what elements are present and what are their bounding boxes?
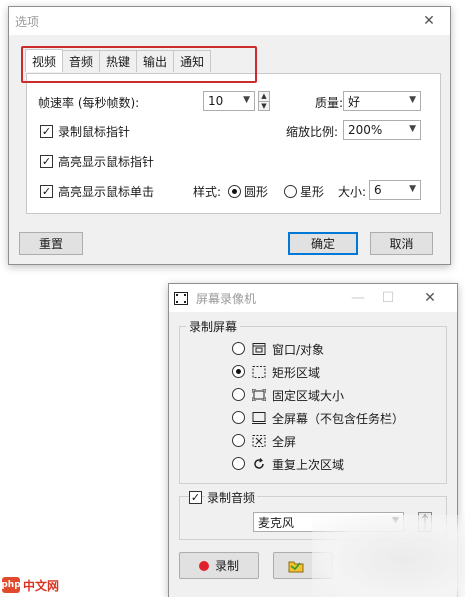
tab-video[interactable]: 视频 — [25, 49, 64, 72]
fixed-region-icon — [252, 389, 266, 401]
blurred-overlay — [312, 515, 465, 597]
reset-button[interactable]: 重置 — [19, 232, 83, 255]
record-button[interactable]: 录制 — [179, 552, 259, 579]
ok-button[interactable]: 确定 — [288, 232, 358, 255]
mode-rectangle-radio[interactable] — [232, 365, 245, 378]
style-star-radio[interactable] — [284, 185, 297, 198]
options-title: 选项 — [15, 14, 40, 29]
chevron-down-icon: ▼ — [243, 95, 250, 105]
record-screen-title: 录制屏幕 — [186, 318, 241, 335]
record-cursor-checkbox[interactable]: ✓ — [40, 125, 53, 138]
framerate-stepper[interactable]: ▲ ▼ — [258, 91, 270, 111]
mode-fullscreen-radio[interactable] — [232, 434, 245, 447]
highlight-click-checkbox[interactable]: ✓ — [40, 185, 53, 198]
film-icon — [174, 291, 188, 305]
mode-fixed-radio[interactable] — [232, 388, 245, 401]
mode-rectangle-label[interactable]: 矩形区域 — [272, 364, 320, 381]
tab-notify[interactable]: 通知 — [173, 50, 212, 72]
style-label: 样式: — [193, 185, 222, 199]
mode-window-radio[interactable] — [232, 342, 245, 355]
options-titlebar: 选项 ✕ — [9, 7, 450, 35]
framerate-label: 帧速率 (每秒帧数): — [38, 96, 140, 110]
record-audio-label[interactable]: 录制音频 — [205, 489, 258, 506]
watermark-text: 中文网 — [23, 578, 60, 593]
fullscreen-icon — [252, 435, 266, 447]
repeat-icon — [254, 458, 264, 469]
site-watermark: php 中文网 — [1, 576, 60, 594]
window-icon — [252, 343, 266, 355]
options-dialog: 选项 ✕ 视频 音频 热键 输出 通知 帧速率 (每秒帧数): 10 ▼ ▲ ▼ … — [8, 6, 451, 265]
mode-fixed-label[interactable]: 固定区域大小 — [272, 387, 344, 404]
spin-down-icon[interactable]: ▼ — [259, 101, 269, 110]
cancel-button[interactable]: 取消 — [370, 232, 433, 255]
minimize-button[interactable]: — — [343, 284, 373, 312]
record-cursor-label[interactable]: 录制鼠标指针 — [58, 123, 130, 140]
quality-select[interactable]: 好 ▼ — [343, 91, 421, 111]
close-button[interactable]: ✕ — [415, 284, 445, 312]
size-select[interactable]: 6 ▼ — [369, 180, 421, 200]
fullscreen-no-taskbar-icon — [252, 412, 266, 424]
mode-repeat-radio[interactable] — [232, 457, 245, 470]
folder-icon — [288, 561, 304, 572]
quality-label: 质量: — [315, 96, 344, 110]
chevron-down-icon: ▼ — [409, 184, 416, 194]
mode-fullscreen-label[interactable]: 全屏 — [272, 433, 296, 450]
style-circle-radio[interactable] — [228, 185, 241, 198]
record-dot-icon — [198, 560, 209, 571]
framerate-input[interactable]: 10 ▼ — [203, 91, 255, 111]
scale-select[interactable]: 200% ▼ — [343, 120, 421, 140]
rectangle-region-icon — [252, 366, 266, 378]
style-circle-label[interactable]: 圆形 — [244, 183, 268, 200]
recorder-titlebar: 屏幕录像机 — ☐ ✕ — [169, 284, 457, 312]
mode-fullscreen-no-taskbar-label[interactable]: 全屏幕（不包含任务栏） — [272, 410, 404, 427]
style-star-label[interactable]: 星形 — [300, 183, 324, 200]
record-audio-checkbox[interactable]: ✓ — [189, 491, 202, 504]
spin-up-icon[interactable]: ▲ — [259, 92, 269, 101]
maximize-button[interactable]: ☐ — [373, 284, 403, 312]
scale-label: 缩放比例: — [286, 125, 339, 139]
recorder-title: 屏幕录像机 — [196, 291, 257, 306]
record-button-label: 录制 — [214, 559, 239, 573]
highlight-cursor-label[interactable]: 高亮显示鼠标指针 — [58, 153, 154, 170]
highlight-click-label[interactable]: 高亮显示鼠标单击 — [58, 183, 154, 200]
size-label: 大小: — [338, 185, 367, 199]
mode-repeat-label[interactable]: 重复上次区域 — [272, 456, 344, 473]
mode-window-label[interactable]: 窗口/对象 — [272, 341, 324, 358]
tab-audio[interactable]: 音频 — [62, 50, 101, 72]
tab-hotkeys[interactable]: 热键 — [99, 50, 138, 72]
php-logo-icon: php — [1, 577, 21, 593]
chevron-down-icon: ▼ — [409, 124, 416, 134]
mode-fullscreen-no-taskbar-radio[interactable] — [232, 411, 245, 424]
tab-strip: 视频 音频 热键 输出 通知 — [25, 49, 212, 72]
video-tab-panel: 帧速率 (每秒帧数): 10 ▼ ▲ ▼ 质量: 好 ▼ ✓ 录制鼠标指针 缩放比例… — [26, 73, 441, 214]
highlight-cursor-checkbox[interactable]: ✓ — [40, 155, 53, 168]
tab-output[interactable]: 输出 — [136, 50, 175, 72]
chevron-down-icon: ▼ — [409, 95, 416, 105]
close-button[interactable]: ✕ — [414, 7, 444, 35]
